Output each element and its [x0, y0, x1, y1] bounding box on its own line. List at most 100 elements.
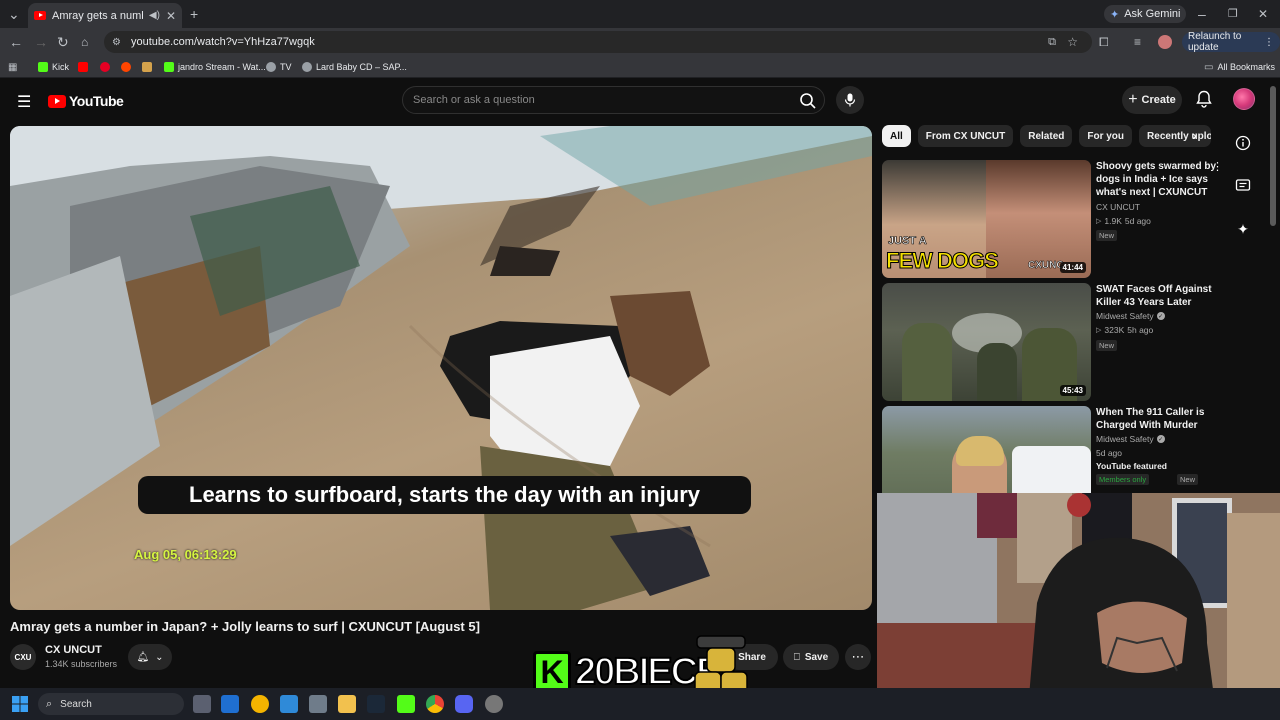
task-view-icon[interactable] — [193, 695, 211, 713]
search-input[interactable]: Search or ask a question — [402, 86, 825, 114]
steam-icon[interactable] — [367, 695, 385, 713]
chip-related[interactable]: Related — [1020, 125, 1073, 147]
ask-gemini-button[interactable]: ✦ Ask Gemini — [1104, 5, 1187, 23]
app-icon[interactable] — [251, 695, 269, 713]
bookmark-pinterest[interactable] — [100, 60, 110, 74]
views-icon: ▷ — [1096, 218, 1102, 225]
views-icon: ▷ — [1096, 327, 1102, 334]
recommendation-meta: 5d ago — [1096, 448, 1122, 458]
recommendation-thumbnail[interactable]: JUST A FEW DOGS CXUNC 41:44 — [882, 160, 1091, 278]
reload-icon[interactable]: ↻ — [57, 35, 69, 49]
bookmark-tv[interactable]: TV — [266, 60, 292, 74]
relaunch-button[interactable]: Relaunch to update ⋮ — [1182, 31, 1280, 53]
recommendation-title: SWAT Faces Off Against Killer 43 Years L… — [1096, 284, 1212, 308]
bookmark-jandro[interactable]: jandro Stream - Wat... — [164, 60, 266, 74]
install-icon[interactable]: ⧉ — [1048, 36, 1056, 49]
windows-start-icon[interactable] — [12, 696, 28, 712]
extensions-icon[interactable]: ⧠ — [1099, 35, 1109, 49]
chips-next-icon[interactable]: › — [1192, 127, 1197, 143]
video-player[interactable]: Learns to surfboard, starts the day with… — [10, 126, 872, 610]
minecraft-icon[interactable] — [397, 695, 415, 713]
bookmark-label: Lard Baby CD – SAP... — [316, 62, 407, 72]
site-info-icon[interactable]: ⚙ — [112, 37, 121, 48]
file-explorer-icon[interactable] — [338, 695, 356, 713]
profile-avatar[interactable] — [1158, 35, 1172, 49]
folder-icon: ▭ — [1204, 61, 1214, 73]
search-placeholder: Search or ask a question — [413, 94, 535, 106]
recommendation-item[interactable]: JUST A FEW DOGS CXUNC 41:44 Shoovy gets … — [882, 160, 1223, 278]
taskbar-search[interactable]: ⌕ Search — [38, 693, 184, 715]
browser-tab[interactable]: Amray gets a number in Jap ◀) ✕ — [28, 3, 182, 28]
more-actions-button[interactable]: ⋯ — [845, 644, 871, 670]
chip-all[interactable]: All — [882, 125, 911, 147]
logo-text: YouTube — [69, 93, 124, 109]
chat-icon[interactable] — [1232, 175, 1254, 197]
bookmark-lard-baby[interactable]: Lard Baby CD – SAP... — [302, 60, 407, 74]
view-count: 323K — [1104, 325, 1125, 335]
close-window-icon[interactable]: ✕ — [1258, 7, 1268, 21]
thumb-caption: JUST A — [888, 235, 927, 248]
notifications-bell-icon[interactable] — [1196, 90, 1212, 108]
ai-sparkle-icon[interactable]: ✦ — [1232, 218, 1254, 240]
new-badge: New — [1096, 230, 1118, 241]
info-icon[interactable] — [1232, 132, 1254, 154]
close-tab-icon[interactable]: ✕ — [166, 9, 176, 23]
app-icon[interactable] — [280, 695, 298, 713]
recommendation-channel[interactable]: CX UNCUT — [1096, 202, 1140, 212]
home-icon[interactable]: ⌂ — [81, 35, 88, 49]
restore-icon[interactable]: ❐ — [1228, 7, 1238, 21]
upload-age: 5h ago — [1127, 325, 1154, 335]
voice-search-button[interactable] — [836, 86, 864, 114]
discord-icon[interactable] — [455, 695, 473, 713]
recommendation-item[interactable]: 45:43 SWAT Faces Off Against Killer 43 Y… — [882, 283, 1222, 401]
recommendation-title: Shoovy gets swarmed by dogs in India + I… — [1096, 161, 1217, 198]
recommendation-thumbnail[interactable]: 45:43 — [882, 283, 1091, 401]
related-filter-chips: All From CX UNCUT Related For you Recent… — [882, 125, 1212, 147]
apps-grid-icon[interactable]: ▦ — [8, 60, 17, 74]
address-bar[interactable]: ⚙ youtube.com/watch?v=YhHza77wgqk ⧉ ☆ — [104, 31, 1092, 53]
recommendation-channel[interactable]: Midwest Safety ✓ — [1096, 311, 1165, 321]
recommendation-item[interactable]: When The 911 Caller is Charged With Murd… — [882, 406, 1222, 493]
hamburger-menu-icon[interactable]: ☰ — [17, 92, 31, 112]
new-tab-icon[interactable]: + — [190, 7, 198, 21]
item-menu-icon[interactable]: ⋮ — [1212, 160, 1223, 173]
widgets-icon[interactable] — [221, 695, 239, 713]
app-icon[interactable] — [485, 695, 503, 713]
all-bookmarks-button[interactable]: ▭ All Bookmarks — [1204, 60, 1275, 74]
search-icon: ⌕ — [46, 697, 53, 710]
url-text: youtube.com/watch?v=YhHza77wgqk — [130, 36, 315, 48]
account-avatar[interactable] — [1233, 88, 1255, 110]
bookmark-reddit[interactable] — [121, 60, 131, 74]
chip-from-channel[interactable]: From CX UNCUT — [917, 125, 1014, 147]
search-icon[interactable] — [798, 91, 818, 111]
video-timestamp: Aug 05, 06:13:29 — [134, 547, 237, 562]
chip-recently-uploaded[interactable]: Recently uploa — [1139, 125, 1212, 147]
browser-toolbar: ← → ↻ ⌂ ⚙ youtube.com/watch?v=YhHza77wgq… — [0, 28, 1280, 56]
kick-icon — [38, 62, 48, 72]
scrollbar[interactable] — [1270, 86, 1276, 226]
channel-name[interactable]: CX UNCUT — [45, 644, 102, 656]
recommendation-meta: ▷ 323K 5h ago — [1096, 325, 1153, 335]
recommendation-thumbnail[interactable] — [882, 406, 1091, 493]
chrome-icon[interactable] — [426, 695, 444, 713]
media-icon[interactable]: ≡ — [1134, 35, 1141, 49]
forward-icon[interactable]: → — [34, 35, 48, 49]
youtube-logo[interactable]: YouTube — [48, 93, 124, 109]
minimize-icon[interactable]: – — [1198, 7, 1206, 21]
bookmark-kick[interactable]: Kick — [38, 60, 69, 74]
bookmark-star-icon[interactable]: ☆ — [1067, 35, 1078, 49]
save-button[interactable]: ⎕ Save — [783, 644, 839, 670]
calculator-icon[interactable] — [309, 695, 327, 713]
speaker-icon[interactable]: ◀) — [149, 10, 160, 21]
bookmark-youtube[interactable] — [78, 60, 88, 74]
chip-for-you[interactable]: For you — [1079, 125, 1133, 147]
back-icon[interactable]: ← — [9, 35, 23, 49]
tab-search-icon[interactable]: ⌄ — [8, 7, 20, 21]
subscription-bell-button[interactable]: 🔔︎ ⌄ — [128, 644, 172, 670]
create-button[interactable]: + Create — [1122, 86, 1182, 114]
bookmark-game[interactable] — [142, 60, 152, 74]
recommendation-channel[interactable]: Midwest Safety ✓ — [1096, 434, 1165, 444]
channel-avatar[interactable]: CXU — [10, 644, 36, 670]
relaunch-label: Relaunch to update — [1188, 31, 1242, 53]
kebab-menu-icon[interactable]: ⋮ — [1264, 37, 1274, 48]
